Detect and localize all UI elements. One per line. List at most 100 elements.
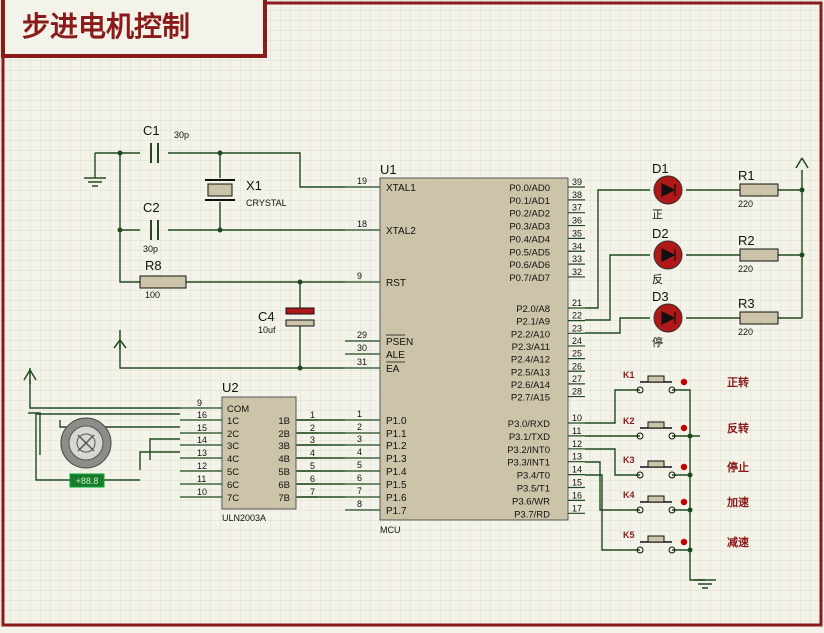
mcu-pin-number: 37 xyxy=(572,203,582,213)
mcu-pin-number: 19 xyxy=(357,176,367,186)
mcu-pin-number: 3 xyxy=(357,434,362,444)
mcu-pin-name: EA xyxy=(386,364,400,375)
uln-pin-name: 3C xyxy=(227,441,239,452)
uln-pin-name: 4B xyxy=(278,454,290,465)
switch-text: 正转 xyxy=(727,375,749,389)
mcu-pin-name: P3.4/T0 xyxy=(517,471,550,482)
mcu-pin-number: 5 xyxy=(357,460,362,470)
uln-pin-number: 6 xyxy=(310,474,315,484)
mcu-pin-number: 23 xyxy=(572,323,582,333)
resistor-r8-symbol[interactable] xyxy=(139,275,187,289)
mcu-pin-name: P3.6/WR xyxy=(512,496,550,507)
mcu-pin-name: P2.0/A8 xyxy=(516,304,550,315)
uln-pin-number: 10 xyxy=(197,487,207,497)
x1-value: CRYSTAL xyxy=(246,198,287,208)
mcu-label: MCU xyxy=(380,525,401,535)
mcu-pin-number: 36 xyxy=(572,216,582,226)
mcu-pin-number: 28 xyxy=(572,387,582,397)
resistor-symbol[interactable] xyxy=(739,311,779,325)
mcu-pin-name: P2.2/A10 xyxy=(511,329,550,340)
resistor-symbol[interactable] xyxy=(739,248,779,262)
uln-ref: U2 xyxy=(222,380,239,395)
uln-pin-name: 7B xyxy=(278,493,290,504)
schematic-canvas: 步进电机控制 C1 30p C2 30p X1 CRYSTAL R8 100 C… xyxy=(0,0,824,628)
switch-cap[interactable] xyxy=(647,535,665,543)
mcu-pin-name: PSEN xyxy=(386,337,413,348)
switch-text: 反转 xyxy=(727,421,749,435)
uln-pin-number: 14 xyxy=(197,435,207,445)
led-ref: D1 xyxy=(652,161,669,176)
mcu-pin-number: 15 xyxy=(572,478,582,488)
mcu-pin-number: 17 xyxy=(572,503,582,513)
switch-ref: K1 xyxy=(623,370,635,380)
mcu-pin-number: 30 xyxy=(357,343,367,353)
mcu-pin-name: P3.3/INT1 xyxy=(507,458,550,469)
switch-text: 减速 xyxy=(727,535,749,549)
uln-pin-name: 2C xyxy=(227,429,239,440)
c1-ref: C1 xyxy=(143,123,160,138)
uln-pin-number: 3 xyxy=(310,435,315,445)
mcu-pin-number: 11 xyxy=(572,426,581,436)
mcu-pin-name: ALE xyxy=(386,350,405,361)
mcu-pin-name: P1.6 xyxy=(386,493,407,504)
uln-pin-number: 15 xyxy=(197,423,207,433)
mcu-pin-name: P1.4 xyxy=(386,467,407,478)
mcu-pin-number: 33 xyxy=(572,254,582,264)
switch-cap[interactable] xyxy=(647,460,665,468)
mcu-pin-number: 35 xyxy=(572,228,582,238)
uln-pin-name: COM xyxy=(227,404,249,415)
uln-pin-name: 1B xyxy=(278,416,290,427)
resistor-ref: R1 xyxy=(738,168,755,183)
led-ref: D3 xyxy=(652,289,669,304)
mcu-pin-number: 6 xyxy=(357,473,362,483)
uln-pin-name: 5C xyxy=(227,467,239,478)
uln-pin-number: 4 xyxy=(310,448,315,458)
mcu-pin-name: P3.7/RD xyxy=(514,509,550,520)
uln-pin-number: 2 xyxy=(310,423,315,433)
mcu-pin-number: 32 xyxy=(572,267,582,277)
mcu-pin-name: P3.5/T1 xyxy=(517,484,550,495)
motor-readout: +88.8 xyxy=(76,476,99,486)
switch-cap[interactable] xyxy=(647,421,665,429)
mcu-pin-name: P1.7 xyxy=(386,506,407,517)
mcu-pin-number: 24 xyxy=(572,336,582,346)
led-text: 反 xyxy=(652,273,663,286)
switch-ref: K2 xyxy=(623,416,635,426)
mcu-pin-name: P2.6/A14 xyxy=(511,380,550,391)
x1-ref: X1 xyxy=(246,178,262,193)
uln-pin-number: 5 xyxy=(310,461,315,471)
mcu-pin-name: P0.6/AD6 xyxy=(509,260,550,271)
mcu-pin-number: 7 xyxy=(357,486,362,496)
mcu-pin-number: 25 xyxy=(572,349,582,359)
switch-cap[interactable] xyxy=(647,495,665,503)
c2-value: 30p xyxy=(143,244,158,254)
uln-pin-name: 7C xyxy=(227,493,239,504)
uln-pin-name: 6B xyxy=(278,480,290,491)
uln-pin-name: 5B xyxy=(278,467,290,478)
led-text: 停 xyxy=(652,335,663,349)
switch-ref: K4 xyxy=(623,490,635,500)
mcu-pin-number: 9 xyxy=(357,271,362,281)
schematic-title: 步进电机控制 xyxy=(22,10,190,43)
mcu-pin-name: P2.7/A15 xyxy=(511,393,550,404)
mcu-pin-name: XTAL2 xyxy=(386,226,416,237)
uln-pin-number: 7 xyxy=(310,487,315,497)
mcu-ref: U1 xyxy=(380,162,397,177)
uln-pin-number: 11 xyxy=(197,474,206,484)
uln-pin-name: 4C xyxy=(227,454,239,465)
c4-value: 10uf xyxy=(258,325,276,335)
mcu-pin-number: 18 xyxy=(357,219,367,229)
schematic-svg: 步进电机控制 C1 30p C2 30p X1 CRYSTAL R8 100 C… xyxy=(0,0,824,628)
mcu-pin-name: P2.4/A12 xyxy=(511,355,550,366)
mcu-pin-number: 1 xyxy=(357,409,362,419)
resistor-value: 220 xyxy=(738,327,753,337)
mcu-pin-name: P1.0 xyxy=(386,416,407,427)
resistor-ref: R3 xyxy=(738,296,755,311)
mcu-pin-number: 34 xyxy=(572,241,582,251)
mcu-pin-name: P1.2 xyxy=(386,441,407,452)
switch-cap[interactable] xyxy=(647,375,665,383)
resistor-symbol[interactable] xyxy=(739,183,779,197)
mcu-pin-name: XTAL1 xyxy=(386,183,416,194)
mcu-pin-number: 31 xyxy=(357,357,367,367)
mcu-pin-name: P3.1/TXD xyxy=(509,432,550,443)
